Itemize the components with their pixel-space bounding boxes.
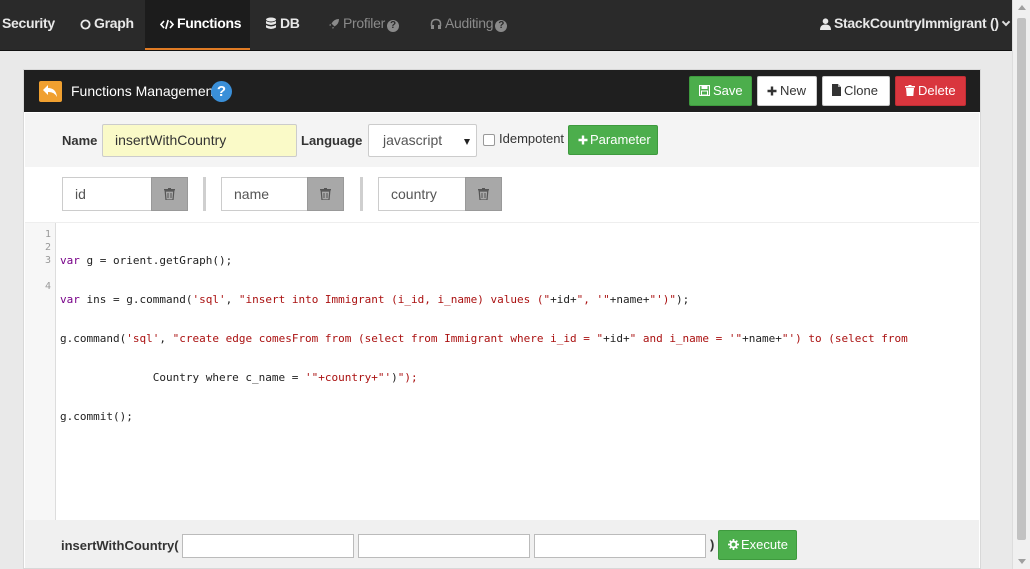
remove-parameter-button[interactable] [151,177,188,211]
parameter-group: name [221,177,345,211]
trash-icon [905,85,915,96]
nav-functions[interactable]: Functions [145,0,250,50]
panel-header: Functions Management ? Save New Clone De… [24,70,980,112]
execute-row: insertWithCountry( ) Execute [25,520,979,568]
line-number: 1 [44,229,51,240]
circle-icon [80,19,91,30]
line-number: 3 [44,255,51,266]
new-label: New [780,83,807,98]
nav-auditing[interactable]: Auditing? [430,0,508,50]
user-menu[interactable]: StackCountryImmigrant () [820,0,1010,50]
scroll-down-arrow[interactable] [1018,559,1026,564]
parameter-group: country [378,177,502,211]
trash-icon [478,188,489,200]
database-icon [266,17,276,29]
code-line: g.commit(); [60,410,133,423]
line-number: 4 [44,281,51,292]
code-line: var g = orient.getGraph(); [60,254,233,267]
code-line: g.command('sql', "create edge comesFrom … [60,332,908,345]
help-icon[interactable]: ? [211,81,232,102]
function-name-input[interactable]: insertWithCountry [102,124,297,157]
chevron-down-icon [1001,17,1010,27]
parameter-separator [360,177,363,211]
language-value: javascript [383,132,443,148]
argument-input[interactable] [534,534,706,558]
back-button[interactable] [39,81,62,102]
language-select[interactable]: javascript [368,124,477,157]
delete-button[interactable]: Delete [895,76,966,106]
parameter-separator [203,177,206,211]
new-button[interactable]: New [757,76,817,106]
page-scrollbar[interactable] [1012,0,1030,569]
code-line: var ins = g.command('sql', "insert into … [60,293,690,306]
nav-profiler[interactable]: Profiler? [328,0,399,50]
parameter-label: Parameter [590,132,651,147]
nav-security-label: Security [2,15,55,31]
gear-icon [728,539,739,550]
function-call-label: insertWithCountry( [61,538,179,553]
parameter-input[interactable]: id [62,177,152,211]
rocket-icon [329,19,339,29]
nav-db[interactable]: DB [265,0,300,50]
code-editor[interactable]: 1 2 3 4 var g = orient.getGraph(); var i… [25,223,979,520]
help-icon: ? [386,20,399,32]
headphones-icon [430,18,442,29]
plus-icon [767,86,777,96]
save-label: Save [713,83,743,98]
code-content[interactable]: var g = orient.getGraph(); var ins = g.c… [60,228,978,449]
clone-label: Clone [844,83,878,98]
save-icon [698,84,711,97]
parameter-input[interactable]: country [378,177,466,211]
close-paren-label: ) [710,537,715,552]
remove-parameter-button[interactable] [465,177,502,211]
code-line: Country where c_name = '"+country+"')"); [60,371,418,384]
remove-parameter-button[interactable] [307,177,344,211]
nav-functions-label: Functions [177,15,242,31]
top-navbar: Security Graph Functions DB Profiler? Au… [0,0,1012,51]
parameter-group: id [62,177,188,211]
code-icon [159,19,175,30]
nav-profiler-label: Profiler [343,15,385,31]
nav-db-label: DB [280,15,300,31]
parameter-input[interactable]: name [221,177,308,211]
execute-button[interactable]: Execute [718,530,797,560]
parameters-row: id name country [25,167,979,223]
idempotent-checkbox[interactable] [483,134,495,146]
caret-down-icon [464,139,470,145]
idempotent-label[interactable]: Idempotent [499,131,564,146]
help-icon: ? [495,20,508,32]
argument-input[interactable] [358,534,530,558]
line-number-gutter: 1 2 3 4 [25,223,56,520]
function-settings-row: Name insertWithCountry Language javascri… [25,113,979,167]
nav-graph-label: Graph [94,15,134,31]
functions-panel: Functions Management ? Save New Clone De… [23,69,981,569]
reply-icon [43,85,57,97]
clone-button[interactable]: Clone [822,76,890,106]
argument-input[interactable] [182,534,354,558]
nav-security[interactable]: Security [2,0,55,50]
user-name: StackCountryImmigrant () [834,15,999,31]
trash-icon [164,188,175,200]
scroll-thumb[interactable] [1017,18,1026,540]
execute-label: Execute [741,537,788,552]
save-button[interactable]: Save [689,76,752,106]
scroll-up-arrow[interactable] [1018,5,1026,10]
plus-icon [578,135,588,145]
nav-auditing-label: Auditing [445,15,494,31]
trash-icon [320,188,331,200]
file-icon [832,84,841,96]
nav-graph[interactable]: Graph [80,0,134,50]
name-label: Name [62,133,98,148]
language-label: Language [301,133,363,148]
user-icon [820,18,831,30]
delete-label: Delete [918,83,956,98]
panel-title: Functions Management [71,83,218,99]
add-parameter-button[interactable]: Parameter [568,125,658,155]
line-number: 2 [44,242,51,253]
